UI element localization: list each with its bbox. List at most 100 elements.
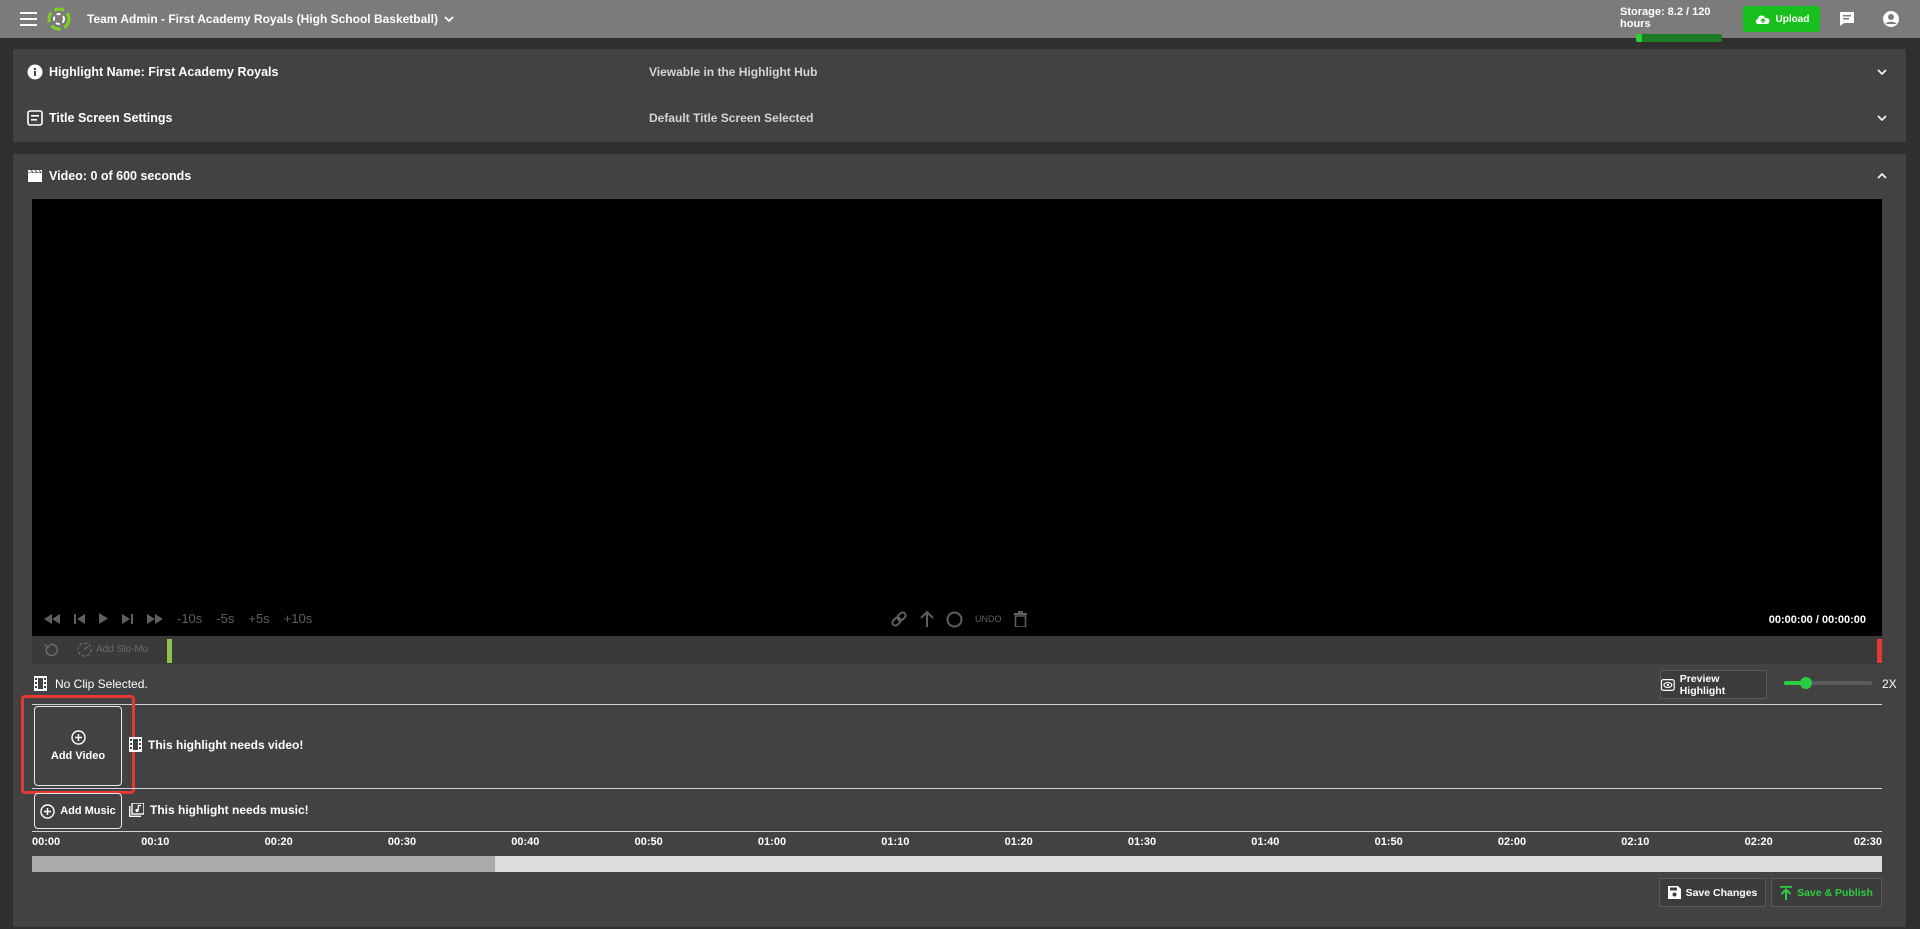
- plus-circle-icon: [70, 730, 86, 745]
- team-selector[interactable]: Team Admin - First Academy Royals (High …: [87, 12, 454, 26]
- ruler-tick: 01:20: [1004, 836, 1033, 848]
- account-icon[interactable]: [1882, 10, 1900, 28]
- needs-music-text: This highlight needs music!: [150, 803, 309, 817]
- arrow-up-icon[interactable]: [920, 610, 934, 628]
- ruler-tick: 00:40: [511, 836, 540, 848]
- video-header[interactable]: Video: 0 of 600 seconds: [13, 154, 1906, 198]
- trash-icon[interactable]: [1013, 611, 1027, 627]
- clapperboard-icon: [28, 169, 42, 182]
- highlight-name-label: Highlight Name: First Academy Royals: [49, 65, 279, 79]
- ruler-tick: 01:10: [881, 836, 910, 848]
- needs-music-message: This highlight needs music!: [129, 803, 309, 817]
- video-panel: Video: 0 of 600 seconds -10s -5s +5s +10…: [13, 154, 1906, 927]
- save-icon: [1667, 886, 1681, 899]
- storage-bar-fill: [1636, 34, 1642, 42]
- film-strip-icon: [34, 676, 47, 691]
- upload-label: Upload: [1775, 13, 1810, 25]
- video-header-label: Video: 0 of 600 seconds: [49, 169, 192, 183]
- playback-controls: -10s -5s +5s +10s: [44, 611, 312, 626]
- chevron-down-icon: [1877, 69, 1887, 76]
- clip-row: No Clip Selected. Preview Highlight 2X: [32, 670, 1897, 699]
- save-publish-label: Save & Publish: [1797, 886, 1873, 899]
- skip-back-10-button[interactable]: -10s: [177, 611, 202, 626]
- video-player[interactable]: -10s -5s +5s +10s UNDO 00:00:00 / 00:00:…: [32, 199, 1882, 636]
- skip-forward-5-button[interactable]: +5s: [248, 611, 269, 626]
- undo-button[interactable]: UNDO: [975, 614, 1002, 624]
- add-video-button[interactable]: Add Video: [34, 706, 122, 786]
- eye-icon: [1661, 678, 1675, 691]
- settings-panel: Highlight Name: First Academy Royals Vie…: [13, 49, 1906, 142]
- storage-indicator: Storage: 8.2 / 120 hours: [1620, 6, 1736, 42]
- chevron-down-icon: [1877, 115, 1887, 122]
- ruler-tick: 00:20: [264, 836, 293, 848]
- speed-slider[interactable]: [1784, 677, 1872, 689]
- fast-forward-icon[interactable]: [147, 613, 163, 624]
- save-changes-button[interactable]: Save Changes: [1659, 878, 1766, 907]
- publish-icon: [1780, 885, 1793, 900]
- add-slomo-label: Add Slo-Mo: [96, 644, 149, 655]
- save-publish-button[interactable]: Save & Publish: [1771, 878, 1882, 907]
- timeline-fill: [32, 856, 495, 872]
- preview-highlight-button[interactable]: Preview Highlight: [1660, 670, 1767, 699]
- chat-icon[interactable]: [1838, 10, 1856, 28]
- rewind-icon[interactable]: [44, 613, 60, 624]
- cloud-upload-icon: [1755, 15, 1769, 24]
- plus-circle-icon: [40, 803, 55, 819]
- highlight-name-row[interactable]: Highlight Name: First Academy Royals Vie…: [13, 49, 1906, 95]
- ruler-tick: 02:00: [1497, 836, 1527, 848]
- add-music-label: Add Music: [60, 805, 116, 817]
- top-bar: Team Admin - First Academy Royals (High …: [0, 0, 1920, 42]
- needs-video-text: This highlight needs video!: [148, 737, 304, 752]
- playhead-marker[interactable]: [167, 639, 172, 663]
- add-video-label: Add Video: [50, 750, 106, 762]
- ruler-tick: 00:30: [387, 836, 417, 848]
- end-marker[interactable]: [1877, 639, 1882, 663]
- clip-status: No Clip Selected.: [55, 677, 148, 691]
- chevron-up-icon: [1877, 172, 1887, 179]
- save-changes-label: Save Changes: [1685, 886, 1758, 899]
- step-back-icon[interactable]: [74, 613, 85, 624]
- edit-controls: UNDO: [890, 610, 1027, 628]
- add-slomo-button[interactable]: Add Slo-Mo: [77, 642, 148, 657]
- step-forward-icon[interactable]: [122, 613, 133, 624]
- divider: [32, 788, 1882, 789]
- add-music-button[interactable]: Add Music: [34, 793, 122, 829]
- speed-icon: [77, 642, 92, 657]
- menu-icon[interactable]: [20, 12, 37, 26]
- scrub-bar[interactable]: Add Slo-Mo: [32, 636, 1882, 664]
- ruler-tick: 00:00: [32, 836, 61, 848]
- speed-slider-thumb[interactable]: [1800, 677, 1812, 689]
- upload-button[interactable]: Upload: [1743, 6, 1820, 32]
- info-icon: [27, 64, 43, 80]
- preview-highlight-label: Preview Highlight: [1679, 672, 1726, 697]
- ruler-tick: 02:10: [1621, 836, 1650, 848]
- film-strip-icon: [129, 737, 142, 752]
- title-screen-icon: [27, 110, 43, 126]
- ruler-tick: 00:50: [634, 836, 663, 848]
- chevron-down-icon: [444, 16, 454, 23]
- app-logo: [47, 7, 71, 31]
- team-title: Team Admin - First Academy Royals (High …: [87, 12, 438, 26]
- timeline-bar[interactable]: [32, 856, 1882, 872]
- circle-icon[interactable]: [946, 611, 963, 628]
- timecode: 00:00:00 / 00:00:00: [1768, 614, 1866, 626]
- ruler-tick: 00:10: [141, 836, 170, 848]
- play-icon[interactable]: [99, 613, 108, 624]
- speed-label: 2X: [1882, 677, 1897, 691]
- link-icon[interactable]: [890, 610, 908, 628]
- ruler-tick: 02:30: [1853, 836, 1882, 848]
- timeline-ruler: 00:00 00:10 00:20 00:30 00:40 00:50 01:00 01:10…: [32, 836, 1882, 850]
- divider: [32, 831, 1882, 832]
- skip-back-5-button[interactable]: -5s: [216, 611, 234, 626]
- ruler-tick: 02:20: [1744, 836, 1773, 848]
- title-screen-row[interactable]: Title Screen Settings Default Title Scre…: [13, 95, 1906, 141]
- storage-label: Storage: 8.2 / 120 hours: [1620, 6, 1711, 30]
- storage-bar: [1636, 34, 1722, 42]
- reset-icon[interactable]: [44, 643, 58, 657]
- title-screen-label: Title Screen Settings: [49, 111, 173, 125]
- title-screen-value: Default Title Screen Selected: [649, 111, 814, 125]
- music-library-icon: [129, 803, 144, 817]
- ruler-tick: 01:50: [1374, 836, 1403, 848]
- skip-forward-10-button[interactable]: +10s: [284, 611, 313, 626]
- ruler-tick: 01:00: [757, 836, 787, 848]
